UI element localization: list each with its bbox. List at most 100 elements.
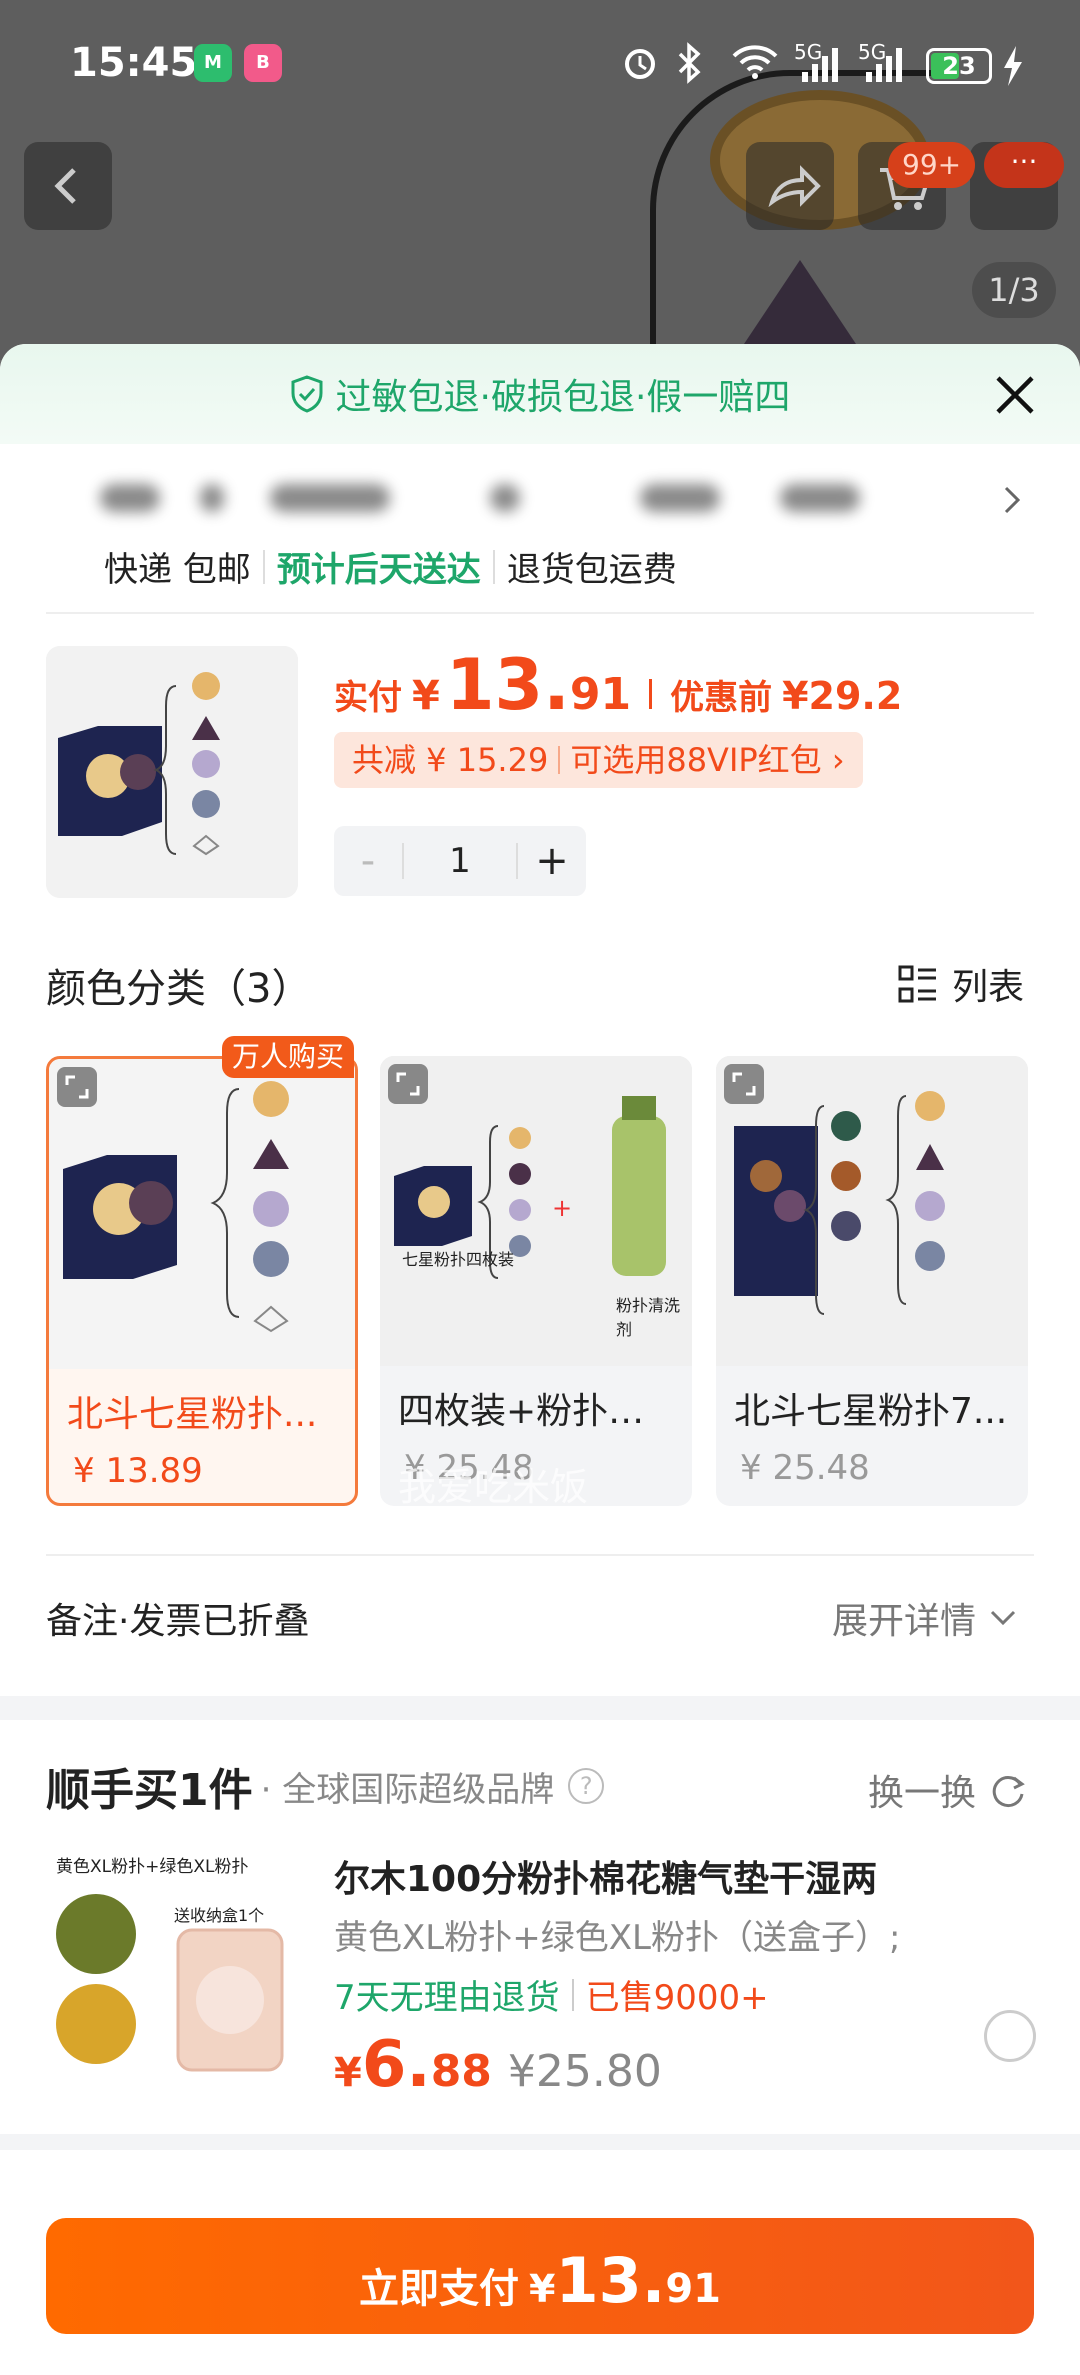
watermark: 我爱吃米饭: [398, 1465, 589, 1509]
share-icon: [768, 165, 821, 208]
svg-text:+: +: [552, 1194, 572, 1222]
sold-count: 已售9000+: [585, 1978, 769, 2018]
notification-app-icon-2: B: [244, 44, 282, 82]
guarantee-text: 过敏包退·破损包退·假一赔四: [335, 377, 791, 418]
image-pager: 1/3: [972, 262, 1056, 318]
addon-image-caption-top: 黄色XL粉扑+绿色XL粉扑: [56, 1857, 249, 1877]
discount-bar[interactable]: 共减 ¥ 15.29 可选用88VIP红包 ›: [334, 732, 863, 788]
charging-icon: [1004, 46, 1022, 86]
variant-card-2[interactable]: + 七星粉扑四枚装 粉扑清洗剂 四枚装+粉扑清... ¥ 25.48: [380, 1056, 692, 1506]
bestseller-tag: 万人购买: [222, 1036, 355, 1078]
price-summary: 实付 ¥ 13. 91 优惠前 ¥29.2: [334, 644, 903, 726]
product-image: [46, 646, 298, 898]
variant-image-3: [716, 1056, 1028, 1366]
return-policy-tag: 7天无理由退货: [334, 1978, 560, 2018]
paid-price-dec: 91: [569, 669, 632, 720]
shield-check-icon: [291, 375, 323, 413]
pay-amount-dec: 91: [665, 2266, 721, 2312]
back-button[interactable]: [24, 142, 112, 230]
variant-2-image-caption-right: 粉扑清洗剂: [616, 1296, 681, 1339]
variant-name-3: 北斗七星粉扑7...: [734, 1391, 1008, 1432]
more-badge: ···: [984, 142, 1064, 188]
variant-card-1[interactable]: 北斗七星粉扑... ¥ 13.89: [46, 1056, 358, 1506]
signal-icon-2: [866, 48, 902, 82]
list-view-toggle[interactable]: 列表: [898, 958, 1024, 1010]
close-icon[interactable]: [990, 370, 1040, 420]
status-time: 15:45: [70, 40, 198, 86]
shipping-address-blurred[interactable]: [60, 472, 1000, 522]
addon-price-currency: ¥: [334, 2050, 362, 2096]
before-discount-price: ¥29.2: [782, 674, 903, 718]
delivery-eta: 预计后天送达: [276, 550, 481, 590]
addon-title: 顺手买1件: [46, 1765, 253, 1816]
before-discount-label: 优惠前: [670, 678, 773, 718]
cart-count-badge: 99+: [888, 142, 976, 188]
variant-name-1: 北斗七星粉扑...: [67, 1394, 318, 1435]
quantity-plus-button[interactable]: +: [518, 838, 586, 884]
currency-symbol: ¥: [412, 673, 440, 719]
bluetooth-icon: [678, 42, 701, 84]
product-thumbnail[interactable]: [46, 646, 298, 898]
expand-details-button[interactable]: 展开详情: [832, 1592, 1018, 1644]
expand-image-icon[interactable]: [57, 1067, 97, 1107]
variant-2-image-caption-left: 七星粉扑四枚装: [402, 1250, 515, 1269]
chevron-down-icon: [990, 1610, 1016, 1626]
paid-label: 实付: [334, 678, 402, 718]
list-icon: [898, 965, 936, 1003]
share-button[interactable]: [746, 142, 834, 230]
variant-image-1: [49, 1059, 355, 1369]
purchase-sheet: 过敏包退·破损包退·假一赔四 快递 包邮 预计后天送达 退货包运费 实付 ¥ 1…: [0, 344, 1080, 2375]
quantity-stepper: - 1 +: [334, 826, 586, 896]
wifi-icon: [732, 45, 778, 79]
expand-image-icon[interactable]: [388, 1064, 428, 1104]
variant-price-3: ¥ 25.48: [740, 1448, 870, 1488]
remark-invoice-label: 备注·发票已折叠: [46, 1601, 310, 1642]
variant-section-title: 颜色分类（3）: [46, 966, 312, 1012]
variant-card-3[interactable]: 北斗七星粉扑7... ¥ 25.48: [716, 1056, 1028, 1506]
quantity-value[interactable]: 1: [402, 843, 518, 879]
notification-app-icon: M: [194, 44, 232, 82]
list-view-label: 列表: [952, 967, 1025, 1008]
battery-level: 23: [942, 52, 976, 80]
section-gap: [0, 1696, 1080, 1720]
addon-product-name[interactable]: 尔木100分粉扑棉花糖气垫干湿两: [334, 1850, 877, 1902]
divider: [46, 1554, 1034, 1556]
addon-select-radio[interactable]: [984, 2010, 1036, 2062]
help-icon[interactable]: ?: [568, 1768, 605, 1804]
quantity-minus-button[interactable]: -: [334, 838, 402, 884]
variant-name-2: 四枚装+粉扑清...: [398, 1391, 678, 1432]
shipping-method: 快递 包邮: [104, 550, 251, 590]
expand-image-icon[interactable]: [724, 1064, 764, 1104]
swap-button[interactable]: 换一换: [868, 1764, 1028, 1816]
pay-now-label: 立即支付: [359, 2266, 520, 2312]
total-saved: 共减 ¥ 15.29: [352, 741, 549, 779]
addon-price: ¥ 6. 88 ¥25.80: [334, 2028, 662, 2102]
addon-image-caption-box: 送收纳盒1个: [174, 1906, 265, 1925]
battery-icon: 23: [926, 48, 992, 84]
background-product-triangle: [740, 260, 860, 350]
pay-now-button[interactable]: 立即支付 ¥ 13. 91: [46, 2218, 1034, 2334]
addon-product-tags: 7天无理由退货 已售9000+: [334, 1970, 769, 2019]
addon-product-image[interactable]: 黄色XL粉扑+绿色XL粉扑 送收纳盒1个: [46, 1844, 296, 2094]
addon-original-price: ¥25.80: [507, 2046, 662, 2097]
paid-price-int: 13.: [445, 644, 570, 726]
shipping-info: 快递 包邮 预计后天送达 退货包运费: [104, 542, 677, 591]
return-shipping: 退货包运费: [506, 550, 677, 590]
variant-price-1: ¥ 13.89: [73, 1451, 203, 1491]
pay-currency: ¥: [529, 2267, 556, 2311]
addon-price-int: 6.: [361, 2028, 431, 2102]
pay-amount-int: 13.: [555, 2244, 666, 2317]
swap-label: 换一换: [868, 1773, 977, 1814]
refresh-icon: [992, 1776, 1025, 1808]
status-bar: 15:45 M B 5G 5G 23: [0, 0, 1080, 130]
chevron-right-icon[interactable]: [1000, 484, 1024, 516]
addon-section-title: 顺手买1件 · 全球国际超级品牌 ?: [46, 1754, 605, 1818]
vip-redpacket-link[interactable]: 可选用88VIP红包 ›: [570, 732, 844, 788]
addon-price-dec: 88: [430, 2046, 492, 2097]
guarantee-banner: 过敏包退·破损包退·假一赔四: [0, 344, 1080, 444]
addon-product-spec: 黄色XL粉扑+绿色XL粉扑（送盒子）;: [334, 1918, 901, 1958]
signal-icon-1: [802, 48, 838, 82]
alarm-icon: [625, 49, 655, 79]
addon-subtitle: · 全球国际超级品牌: [260, 1769, 555, 1810]
divider: [46, 612, 1034, 614]
